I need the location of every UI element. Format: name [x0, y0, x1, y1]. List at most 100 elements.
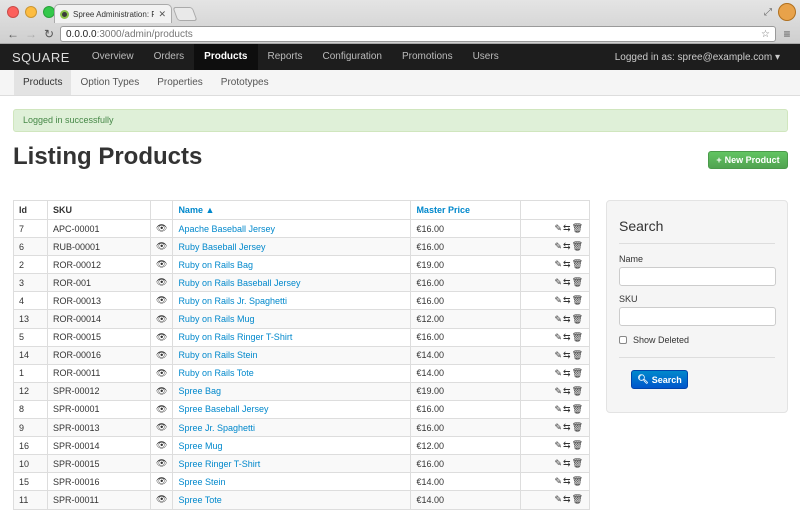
close-window-button[interactable]	[7, 6, 19, 18]
delete-trash-icon[interactable]: 🗑︎	[572, 259, 584, 269]
show-deleted-checkbox[interactable]: Show Deleted	[619, 335, 689, 345]
reload-icon[interactable]: ↻	[42, 27, 56, 41]
nav-item-reports[interactable]: Reports	[258, 44, 313, 70]
cell-product-name-link[interactable]: Ruby on Rails Ringer T-Shirt	[172, 327, 412, 347]
subnav-item-products[interactable]: Products	[14, 70, 72, 95]
back-arrow-icon[interactable]: ←	[6, 27, 20, 41]
cell-product-name-link[interactable]: Ruby on Rails Stein	[172, 345, 412, 365]
clone-icon[interactable]: ⇆	[563, 332, 572, 342]
cell-product-name-link[interactable]: Spree Ringer T-Shirt	[172, 454, 412, 474]
delete-trash-icon[interactable]: 🗑︎	[572, 332, 584, 342]
edit-icon[interactable]: ✎	[554, 295, 563, 305]
edit-icon[interactable]: ✎	[554, 386, 563, 396]
clone-icon[interactable]: ⇆	[563, 404, 572, 414]
brand-logo[interactable]: SQUARE	[0, 50, 82, 65]
browser-tab[interactable]: Spree Administration: Pro ✕	[54, 4, 172, 23]
nav-item-orders[interactable]: Orders	[144, 44, 195, 70]
search-button[interactable]: 🔍︎ Search	[631, 370, 688, 389]
user-menu[interactable]: Logged in as: spree@example.com ▾	[615, 52, 780, 63]
nav-item-configuration[interactable]: Configuration	[313, 44, 392, 70]
clone-icon[interactable]: ⇆	[563, 440, 572, 450]
nav-item-overview[interactable]: Overview	[82, 44, 144, 70]
nav-item-users[interactable]: Users	[463, 44, 509, 70]
edit-icon[interactable]: ✎	[554, 350, 563, 360]
edit-icon[interactable]: ✎	[554, 332, 563, 342]
profile-avatar-icon[interactable]	[778, 3, 796, 21]
cell-product-name-link[interactable]: Ruby Baseball Jersey	[172, 237, 412, 257]
cell-product-name-link[interactable]: Apache Baseball Jersey	[172, 218, 412, 239]
edit-icon[interactable]: ✎	[554, 476, 563, 486]
close-tab-icon[interactable]: ✕	[158, 9, 166, 20]
edit-icon[interactable]: ✎	[554, 458, 563, 468]
new-product-button[interactable]: + New Product	[708, 151, 788, 169]
edit-icon[interactable]: ✎	[554, 494, 563, 504]
new-tab-button[interactable]	[172, 7, 198, 21]
edit-icon[interactable]: ✎	[554, 368, 563, 378]
clone-icon[interactable]: ⇆	[563, 368, 572, 378]
delete-trash-icon[interactable]: 🗑︎	[572, 314, 584, 324]
delete-trash-icon[interactable]: 🗑︎	[572, 404, 584, 414]
eye-icon: 👁︎	[149, 291, 174, 311]
bookmark-star-icon[interactable]: ☆	[761, 29, 770, 40]
cell-product-name-link[interactable]: Spree Jr. Spaghetti	[172, 418, 412, 438]
delete-trash-icon[interactable]: 🗑︎	[572, 386, 584, 396]
delete-trash-icon[interactable]: 🗑︎	[572, 350, 584, 360]
edit-icon[interactable]: ✎	[554, 223, 563, 233]
minimize-window-button[interactable]	[25, 6, 37, 18]
checkbox-box[interactable]	[619, 336, 627, 344]
delete-trash-icon[interactable]: 🗑︎	[572, 368, 584, 378]
clone-icon[interactable]: ⇆	[563, 350, 572, 360]
edit-icon[interactable]: ✎	[554, 241, 563, 251]
cell-product-name-link[interactable]: Spree Tote	[172, 490, 412, 510]
clone-icon[interactable]: ⇆	[563, 223, 572, 233]
clone-icon[interactable]: ⇆	[563, 295, 572, 305]
fullscreen-icon[interactable]: ⤢	[764, 7, 772, 18]
delete-trash-icon[interactable]: 🗑︎	[572, 476, 584, 486]
subnav-item-prototypes[interactable]: Prototypes	[212, 70, 278, 95]
edit-icon[interactable]: ✎	[554, 259, 563, 269]
delete-trash-icon[interactable]: 🗑︎	[572, 494, 584, 504]
cell-product-name-link[interactable]: Spree Baseball Jersey	[172, 399, 412, 420]
cell-product-name-link[interactable]: Ruby on Rails Bag	[172, 255, 412, 275]
clone-icon[interactable]: ⇆	[563, 314, 572, 324]
clone-icon[interactable]: ⇆	[563, 476, 572, 486]
col-header-price[interactable]: Master Price	[410, 200, 522, 220]
cell-product-name-link[interactable]: Spree Stein	[172, 472, 412, 492]
delete-trash-icon[interactable]: 🗑︎	[572, 295, 584, 305]
cell-product-name-link[interactable]: Ruby on Rails Jr. Spaghetti	[172, 291, 412, 311]
clone-icon[interactable]: ⇆	[563, 277, 572, 287]
col-header-name[interactable]: Name ▲	[172, 200, 412, 220]
name-search-input[interactable]	[619, 267, 776, 286]
clone-icon[interactable]: ⇆	[563, 458, 572, 468]
cell-product-name-link[interactable]: Ruby on Rails Baseball Jersey	[172, 273, 412, 293]
cell-product-name-link[interactable]: Ruby on Rails Tote	[172, 363, 412, 383]
nav-item-products[interactable]: Products	[194, 44, 258, 70]
subnav-item-properties[interactable]: Properties	[148, 70, 212, 95]
clone-icon[interactable]: ⇆	[563, 241, 572, 251]
clone-icon[interactable]: ⇆	[563, 494, 572, 504]
cell-product-name-link[interactable]: Ruby on Rails Mug	[172, 309, 412, 329]
delete-trash-icon[interactable]: 🗑︎	[572, 241, 584, 251]
delete-trash-icon[interactable]: 🗑︎	[572, 422, 584, 432]
edit-icon[interactable]: ✎	[554, 440, 563, 450]
delete-trash-icon[interactable]: 🗑︎	[572, 440, 584, 450]
clone-icon[interactable]: ⇆	[563, 422, 572, 432]
edit-icon[interactable]: ✎	[554, 277, 563, 287]
edit-icon[interactable]: ✎	[554, 422, 563, 432]
cell-product-name-link[interactable]: Spree Bag	[172, 381, 412, 401]
tab-title: Spree Administration: Pro	[73, 9, 154, 19]
nav-item-promotions[interactable]: Promotions	[392, 44, 463, 70]
edit-icon[interactable]: ✎	[554, 404, 563, 414]
sku-search-input[interactable]	[619, 307, 776, 326]
clone-icon[interactable]: ⇆	[563, 259, 572, 269]
edit-icon[interactable]: ✎	[554, 314, 563, 324]
delete-trash-icon[interactable]: 🗑︎	[572, 277, 584, 287]
cell-product-name-link[interactable]: Spree Mug	[172, 436, 412, 456]
delete-trash-icon[interactable]: 🗑︎	[572, 223, 584, 233]
clone-icon[interactable]: ⇆	[563, 386, 572, 396]
address-bar[interactable]: 0.0.0.0:3000/admin/products ☆	[60, 26, 776, 42]
delete-trash-icon[interactable]: 🗑︎	[572, 458, 584, 468]
forward-arrow-icon[interactable]: →	[24, 27, 38, 41]
subnav-item-option-types[interactable]: Option Types	[71, 70, 148, 95]
browser-menu-icon[interactable]: ≡	[780, 27, 794, 41]
